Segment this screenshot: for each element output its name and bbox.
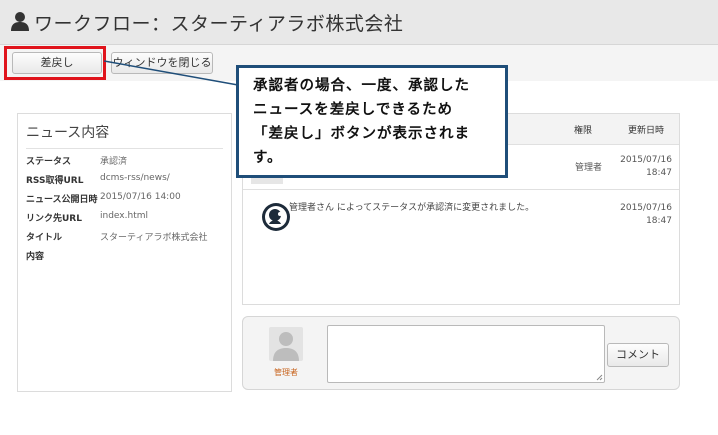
entry-date: 2015/07/16 18:47 — [612, 202, 672, 228]
comment-box: 管理者 コメント — [242, 316, 680, 390]
callout-line: ニュースを差戻しできるため — [253, 102, 454, 118]
comment-user-label: 管理者 — [274, 368, 298, 377]
entry-message: 管理者さん によってステータスが承認済に変更されました。 — [289, 203, 535, 213]
callout-line: 「差戻し」ボタンが表示されま — [253, 126, 470, 142]
entry-date: 2015/07/16 18:47 — [612, 154, 672, 180]
field-value: 2015/07/16 14:00 — [100, 192, 181, 202]
window-title: ワークフロー：スターティアラボ株式会社 — [34, 13, 404, 35]
news-content-panel: ニュース内容 ステータス 承認済 RSS取得URL dcms-rss/news/… — [17, 113, 232, 392]
field-key: ニュース公開日時 — [26, 195, 98, 205]
user-icon — [11, 12, 29, 31]
callout-line: 承認者の場合、一度、承認した — [253, 78, 470, 94]
comment-submit-button[interactable]: コメント — [607, 343, 669, 367]
callout-annotation: 承認者の場合、一度、承認した ニュースを差戻しできるため 「差戻し」ボタンが表示… — [236, 65, 508, 178]
callout-connector — [104, 60, 239, 86]
field-value: dcms-rss/news/ — [100, 173, 170, 183]
field-key: リンク先URL — [26, 214, 82, 224]
window-titlebar: ワークフロー：スターティアラボ株式会社 — [0, 0, 718, 45]
field-value: index.html — [100, 211, 148, 221]
comment-input[interactable] — [327, 325, 605, 383]
comment-avatar — [269, 327, 303, 361]
divider — [26, 148, 223, 149]
column-updated: 更新日時 — [628, 126, 665, 136]
entry-date-time: 18:47 — [646, 216, 672, 226]
field-value: スターティアラボ株式会社 — [100, 233, 208, 243]
system-icon — [262, 203, 290, 231]
avatar-icon — [273, 332, 299, 361]
callout-line: す。 — [253, 150, 283, 166]
field-key: ステータス — [26, 157, 72, 167]
entry-role: 管理者 — [575, 163, 603, 173]
return-button-highlight — [4, 46, 106, 80]
field-key: タイトル — [26, 233, 63, 243]
entry-date-time: 18:47 — [646, 168, 672, 178]
divider — [243, 189, 679, 190]
entry-date-day: 2015/07/16 — [620, 203, 672, 213]
news-heading: ニュース内容 — [26, 125, 110, 141]
entry-date-day: 2015/07/16 — [620, 155, 672, 165]
column-role: 権限 — [574, 126, 593, 136]
resize-handle-icon[interactable] — [596, 374, 603, 381]
field-value: 承認済 — [100, 157, 128, 167]
field-key: RSS取得URL — [26, 176, 84, 186]
field-key: 内容 — [26, 252, 45, 262]
